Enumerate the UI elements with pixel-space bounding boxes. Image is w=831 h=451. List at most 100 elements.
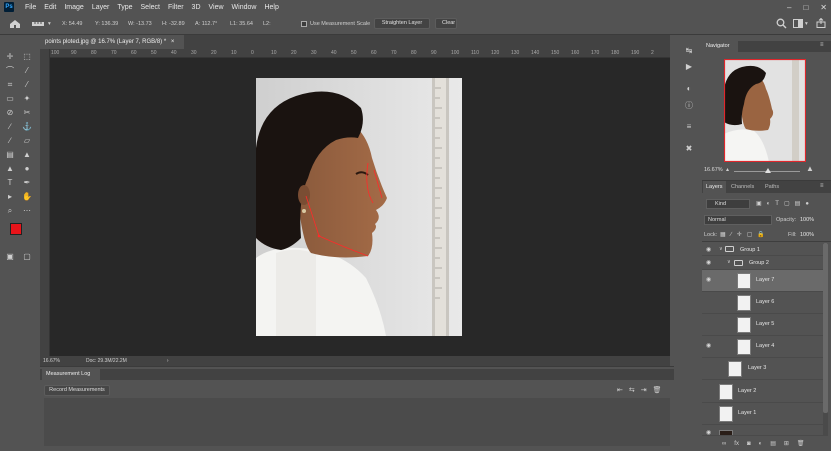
filter-smart-object-icon[interactable]: ▤ <box>795 200 801 207</box>
maximize-icon[interactable]: □ <box>803 3 808 12</box>
tab-layers[interactable]: Layers <box>703 181 726 193</box>
navigator-thumbnail[interactable] <box>724 59 806 162</box>
use-measurement-scale-checkbox[interactable] <box>301 21 307 27</box>
visibility-eye-icon[interactable]: ◉ <box>706 342 711 349</box>
layer-style-icon[interactable]: fx <box>734 441 739 447</box>
history-icon[interactable]: ↹ <box>683 46 695 57</box>
menu-edit[interactable]: Edit <box>44 4 56 11</box>
close-icon[interactable]: ✕ <box>820 3 827 12</box>
home-icon[interactable] <box>9 19 21 29</box>
blend-mode-select[interactable]: Normal <box>704 215 772 225</box>
layer-row-layer-1[interactable]: Layer 1 <box>702 403 823 425</box>
new-layer-icon[interactable]: ⊞ <box>784 440 789 447</box>
lock-image-icon[interactable]: ∕ <box>731 232 732 238</box>
scissors-tool-icon[interactable]: ✂ <box>21 107 33 118</box>
status-zoom[interactable]: 16.67% <box>43 358 60 364</box>
layer-row-layer-5[interactable]: Layer 5 <box>702 314 823 336</box>
delete-layer-icon[interactable]: 🗑 <box>797 440 805 447</box>
layer-row-layer-7[interactable]: ◉ Layer 7 <box>702 270 823 292</box>
link-layers-icon[interactable]: ∞ <box>722 441 726 447</box>
brush-tool-icon[interactable]: ∕ <box>4 121 16 132</box>
tool-presets-icon[interactable]: ✖ <box>683 144 695 155</box>
zoom-in-icon[interactable]: ▲ <box>806 164 814 173</box>
healing-brush-tool-icon[interactable]: ✦ <box>21 93 33 104</box>
layer-row-layer-4[interactable]: ◉ Layer 4 <box>702 336 823 358</box>
magic-wand-tool-icon[interactable]: ⁄ <box>21 65 33 76</box>
export-icon[interactable]: ⇥ <box>641 386 647 394</box>
ruler-tool-icon[interactable]: ▭ <box>4 93 16 104</box>
dodge-tool-icon[interactable]: ▲ <box>4 163 16 174</box>
properties-icon[interactable]: ≡ <box>683 122 695 133</box>
marquee-tool-icon[interactable]: ⬚ <box>21 51 33 62</box>
layers-menu-icon[interactable]: ≡ <box>820 183 824 189</box>
layer-row-group-1[interactable]: ◉ ∨ Group 1 <box>702 243 823 256</box>
blur-tool-icon[interactable]: ▲ <box>21 149 33 160</box>
move-tool-icon[interactable]: ✛ <box>4 51 16 62</box>
delete-icon[interactable]: 🗑 <box>653 386 662 394</box>
quick-mask-icon[interactable]: ▣ <box>4 251 16 262</box>
document-tab[interactable]: points ploted.jpg @ 16.7% (Layer 7, RGB/… <box>40 35 184 49</box>
ruler-tool-icon[interactable] <box>32 21 46 27</box>
opacity-value[interactable]: 100% <box>800 217 814 223</box>
gradient-tool-icon[interactable]: ▤ <box>4 149 16 160</box>
zoom-out-icon[interactable]: ▴ <box>726 166 729 173</box>
visibility-eye-icon[interactable]: ◉ <box>706 276 711 283</box>
eyedropper-tool-icon[interactable]: ⁄ <box>21 79 33 90</box>
pen-tool-icon[interactable]: ✒ <box>21 177 33 188</box>
adjustments-icon[interactable]: ◐ <box>683 84 695 95</box>
select-all-rows-icon[interactable]: ⇤ <box>617 386 623 394</box>
lock-position-icon[interactable]: ✛ <box>737 231 742 238</box>
workspace-arrow[interactable]: ▾ <box>805 21 808 27</box>
clear-button[interactable]: Clear <box>435 18 457 29</box>
status-menu-arrow[interactable]: › <box>167 358 169 364</box>
tab-paths[interactable]: Paths <box>762 181 782 193</box>
lock-transparency-icon[interactable]: ▦ <box>720 231 726 238</box>
navigator-zoom-value[interactable]: 16.67% <box>704 167 723 173</box>
type-tool-icon[interactable]: T <box>4 177 16 188</box>
layer-row-group-2[interactable]: ◉ ∨ Group 2 <box>702 256 823 270</box>
fill-value[interactable]: 100% <box>800 232 814 238</box>
navigator-tab[interactable]: Navigator <box>702 41 738 52</box>
more-tools-icon[interactable]: ⋯ <box>21 205 33 216</box>
layer-row-layer-2[interactable]: Layer 2 <box>702 381 823 403</box>
visibility-eye-icon[interactable]: ◉ <box>706 259 711 266</box>
workspace-icon[interactable] <box>793 19 803 28</box>
menu-select[interactable]: Select <box>141 4 160 11</box>
history-brush-tool-icon[interactable]: ∕ <box>4 135 16 146</box>
menu-3d[interactable]: 3D <box>192 4 201 11</box>
deselect-rows-icon[interactable]: ⇆ <box>629 386 635 394</box>
add-mask-icon[interactable]: ◙ <box>747 441 751 447</box>
panel-menu-icon[interactable]: ≡ <box>820 42 824 48</box>
measurement-log-tab[interactable]: Measurement Log <box>42 369 100 380</box>
new-group-icon[interactable]: ▤ <box>770 440 776 447</box>
group-expand-arrow[interactable]: ∨ <box>719 246 723 252</box>
layer-row-background[interactable]: ◉ <box>702 425 823 436</box>
menu-type[interactable]: Type <box>117 4 132 11</box>
menu-file[interactable]: File <box>25 4 36 11</box>
minimize-icon[interactable]: – <box>787 3 791 12</box>
measurement-log-table[interactable] <box>44 398 670 446</box>
zoom-tool-icon[interactable]: ⌕ <box>4 205 16 216</box>
tool-preset-arrow[interactable]: ▾ <box>48 21 51 27</box>
crop-tool-icon[interactable]: ⌗ <box>4 79 16 90</box>
filter-pixel-icon[interactable]: ▣ <box>756 200 762 207</box>
layer-kind-filter[interactable]: Kind <box>706 199 750 209</box>
filter-shape-icon[interactable]: ▢ <box>784 200 790 207</box>
actions-play-icon[interactable]: ▶ <box>683 62 695 73</box>
menu-help[interactable]: Help <box>264 4 278 11</box>
menu-view[interactable]: View <box>209 4 224 11</box>
visibility-eye-icon[interactable]: ◉ <box>706 246 711 253</box>
menu-window[interactable]: Window <box>232 4 257 11</box>
screen-mode-icon[interactable]: ▢ <box>21 251 33 262</box>
group-expand-arrow[interactable]: ∨ <box>727 259 731 265</box>
sponge-tool-icon[interactable]: ● <box>21 163 33 174</box>
foreground-color-swatch[interactable] <box>10 223 22 235</box>
layers-scrollbar-thumb[interactable] <box>823 243 828 413</box>
record-measurements-button[interactable]: Record Measurements <box>44 385 110 396</box>
tab-channels[interactable]: Channels <box>728 181 757 193</box>
visibility-eye-icon[interactable]: ◉ <box>706 429 711 435</box>
filter-toggle-icon[interactable]: ● <box>805 201 809 207</box>
document-photo[interactable] <box>256 78 462 336</box>
share-icon[interactable] <box>816 18 826 28</box>
frame-tool-icon[interactable]: ⊘ <box>4 107 16 118</box>
